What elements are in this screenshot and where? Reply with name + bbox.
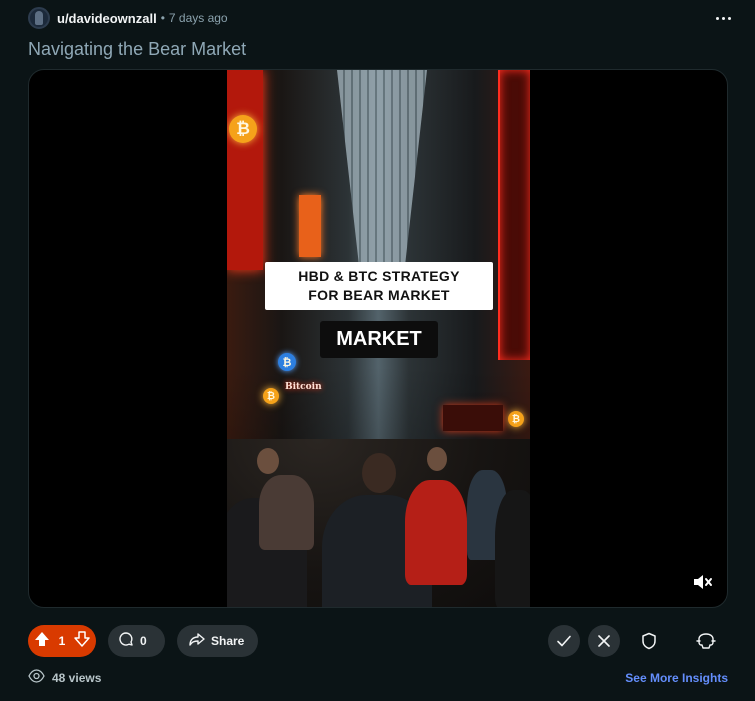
bitcoin-icon: ₿ <box>263 388 279 404</box>
bitcoin-icon: ₿ <box>229 115 257 143</box>
post-time: 7 days ago <box>168 11 228 25</box>
checkmark-icon <box>557 635 571 647</box>
video-player[interactable]: ₿ ₿ ₿ ₿ ₿ Bitcoin HBD & BTC STRATEGY FOR… <box>28 69 728 608</box>
share-label: Share <box>211 634 245 648</box>
post-actions: 1 0 Share <box>28 625 728 657</box>
bitcoin-icon: ₿ <box>508 411 524 427</box>
mute-icon[interactable] <box>691 571 713 593</box>
username[interactable]: u/davideownzall <box>57 11 157 26</box>
close-icon <box>598 635 610 647</box>
video-caption-market: MARKET <box>320 321 438 358</box>
video-neon-sign-left <box>227 70 263 270</box>
video-caption: HBD & BTC STRATEGY FOR BEAR MARKET <box>265 262 493 310</box>
share-button[interactable]: Share <box>177 625 258 657</box>
user-avatar[interactable] <box>28 7 50 29</box>
share-icon <box>189 631 205 652</box>
video-neon-sign <box>299 195 321 257</box>
shield-icon[interactable] <box>633 625 665 657</box>
video-neon-sign-right <box>498 70 530 360</box>
view-count: 48 views <box>52 671 102 685</box>
comments-button[interactable]: 0 <box>108 625 165 657</box>
video-person <box>362 453 396 493</box>
post-header: u/davideownzall • 7 days ago <box>28 4 735 32</box>
approve-button[interactable] <box>548 625 580 657</box>
vote-control: 1 <box>28 625 96 657</box>
video-person <box>427 447 447 471</box>
mod-tools-icon[interactable] <box>690 625 722 657</box>
video-sign-text: Bitcoin <box>285 382 322 392</box>
vote-count: 1 <box>58 634 66 648</box>
bitcoin-icon: ₿ <box>278 353 296 371</box>
video-person <box>495 490 530 607</box>
video-person <box>259 475 314 550</box>
video-caption-line2: FOR BEAR MARKET <box>308 287 450 303</box>
comment-count: 0 <box>140 634 147 648</box>
video-caption-line1: HBD & BTC STRATEGY <box>298 268 460 284</box>
see-more-insights-link[interactable]: See More Insights <box>625 671 728 685</box>
more-options-icon[interactable] <box>711 8 735 28</box>
video-neon-sign <box>443 405 503 431</box>
remove-button[interactable] <box>588 625 620 657</box>
upvote-icon[interactable] <box>34 631 50 652</box>
views-icon <box>28 668 45 688</box>
video-person <box>257 448 279 474</box>
comment-icon <box>118 631 134 652</box>
post-title[interactable]: Navigating the Bear Market <box>28 39 246 60</box>
separator-dot: • <box>160 11 165 25</box>
video-person <box>405 480 467 585</box>
downvote-icon[interactable] <box>74 630 90 652</box>
post-footer: 48 views See More Insights <box>28 668 728 688</box>
video-frame[interactable]: ₿ ₿ ₿ ₿ ₿ Bitcoin HBD & BTC STRATEGY FOR… <box>227 70 530 607</box>
